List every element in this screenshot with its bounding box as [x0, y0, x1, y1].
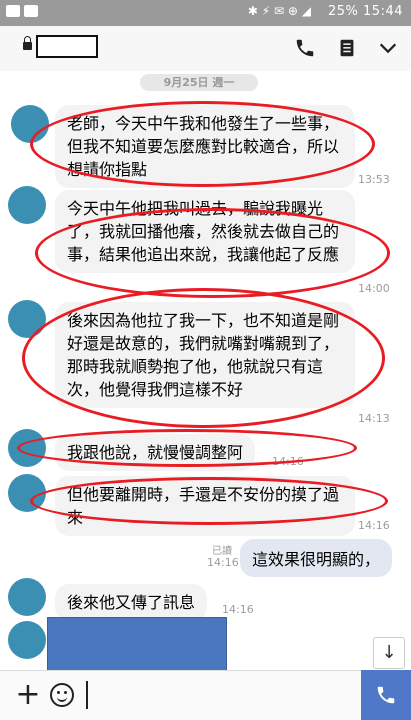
- notification-icons: [6, 5, 38, 17]
- avatar[interactable]: [8, 578, 46, 616]
- message-bubble[interactable]: 我跟他說，就慢慢調整阿: [55, 434, 256, 471]
- status-time: 15:44: [363, 4, 403, 19]
- read-receipt: 已讀: [212, 546, 232, 557]
- phone-icon[interactable]: [291, 35, 319, 61]
- message-time: 14:16: [358, 519, 390, 532]
- message-time: 14:16: [207, 556, 239, 569]
- chat-title-redacted: [36, 35, 98, 58]
- message-time: 14:00: [358, 282, 390, 295]
- chevron-down-icon[interactable]: [374, 35, 402, 61]
- message-time: 14:13: [358, 412, 390, 425]
- my-message-bubble[interactable]: 這效果很明顯的，: [240, 539, 393, 577]
- plus-icon[interactable]: +: [12, 680, 44, 712]
- message-bubble[interactable]: 但他要離開時，手還是不安份的摸了過來: [55, 476, 355, 536]
- battery-level: 25%: [327, 4, 359, 19]
- avatar[interactable]: [8, 621, 46, 659]
- chat-area[interactable]: 9月25日 週一 老師，今天中午我和他發生了一些事，但我不知道要怎麼應對比較適合…: [0, 71, 411, 671]
- message-bubble[interactable]: 後來因為他拉了我一下，也不知道是剛好還是故意的，我們就嘴對嘴親到了，那時我就順勢…: [55, 302, 355, 408]
- date-separator: 9月25日 週一: [140, 74, 258, 91]
- avatar[interactable]: [8, 300, 46, 338]
- message-bubble[interactable]: 今天中午他把我叫過去，騙說我曝光了，我就回播他癢，然後就去做自己的事，結果他追出…: [55, 190, 355, 273]
- lock-icon: [23, 36, 32, 50]
- system-status-icons: ✱ ⚡ ✉ ⊕ ◢: [247, 4, 311, 18]
- input-bar: +: [0, 670, 411, 720]
- message-time: 13:53: [358, 173, 390, 186]
- message-time: 14:16: [272, 455, 304, 468]
- redacted-block: [47, 617, 227, 671]
- status-right: 25% 15:44: [328, 4, 403, 19]
- message-bubble[interactable]: 老師，今天中午我和他發生了一些事，但我不知道要怎麼應對比較適合，所以想請你指點: [55, 105, 355, 188]
- call-button[interactable]: [361, 670, 411, 720]
- chat-header: [0, 26, 411, 71]
- avatar[interactable]: [8, 429, 46, 467]
- message-bubble[interactable]: 後來他又傳了訊息: [55, 584, 208, 621]
- scroll-down-icon[interactable]: ↓: [373, 637, 405, 669]
- message-input[interactable]: [86, 681, 88, 709]
- avatar[interactable]: [8, 474, 46, 512]
- avatar[interactable]: [8, 186, 46, 224]
- status-bar: ✱ ⚡ ✉ ⊕ ◢ 25% 15:44: [0, 0, 411, 26]
- emoji-icon[interactable]: [50, 683, 74, 707]
- avatar[interactable]: [11, 105, 49, 143]
- menu-icon[interactable]: [333, 35, 361, 61]
- message-time: 14:16: [222, 603, 254, 616]
